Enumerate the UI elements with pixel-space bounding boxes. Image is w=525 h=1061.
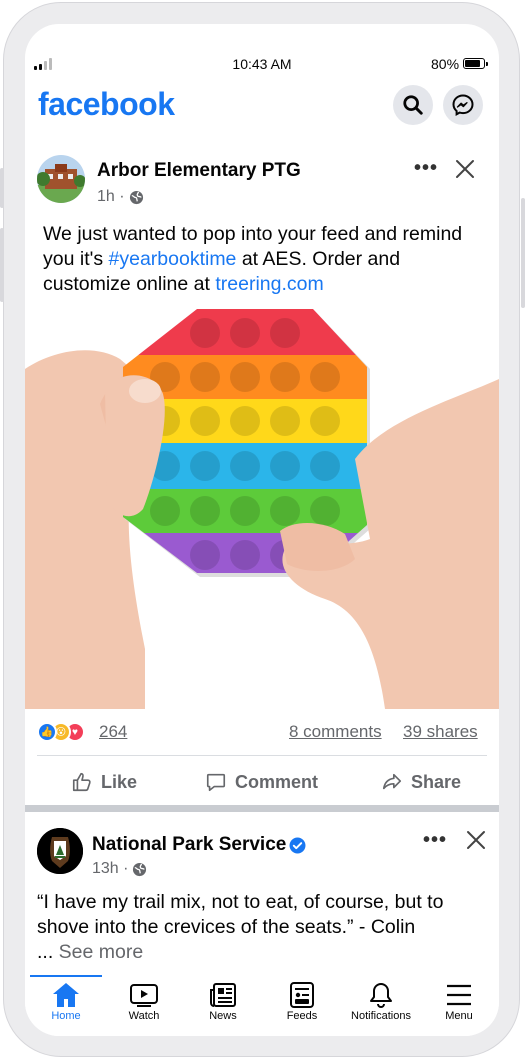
share-icon xyxy=(382,773,402,790)
thumbs-up-icon xyxy=(72,772,91,792)
comment-label: Comment xyxy=(235,771,319,792)
post-meta: 1h · xyxy=(97,188,144,206)
nav-label: Feeds xyxy=(286,1010,318,1022)
like-reaction-icon: 👍 xyxy=(37,722,57,742)
comment-icon xyxy=(206,773,226,792)
nav-notifications[interactable]: Notifications xyxy=(341,980,421,1022)
author-avatar[interactable] xyxy=(37,828,83,874)
close-icon[interactable] xyxy=(465,829,487,851)
battery-percent: 80% xyxy=(431,56,460,72)
reaction-count[interactable]: 264 xyxy=(99,722,127,742)
battery-icon xyxy=(463,58,488,69)
phone-side-button xyxy=(0,228,4,302)
shares-count[interactable]: 39 shares xyxy=(403,722,478,742)
author-avatar[interactable] xyxy=(37,155,85,203)
screen: 10:43 AM 80% facebook Arbor Elementary P… xyxy=(25,24,499,1036)
website-link[interactable]: treering.com xyxy=(215,273,323,295)
post-separator xyxy=(25,805,499,812)
phone-side-button xyxy=(521,198,525,308)
reaction-icons[interactable]: 👍 😮 ♥ xyxy=(37,722,93,742)
more-options-icon[interactable]: ••• xyxy=(414,157,438,180)
divider xyxy=(37,755,487,756)
post-actions: Like Comment Share xyxy=(25,764,499,800)
menu-icon xyxy=(447,984,471,1006)
watch-icon xyxy=(130,984,158,1007)
post-author[interactable]: Arbor Elementary PTG xyxy=(97,160,301,182)
home-icon xyxy=(53,983,79,1007)
nps-logo xyxy=(37,828,83,874)
post-time: 1h · xyxy=(97,188,125,205)
nav-feeds[interactable]: Feeds xyxy=(262,980,342,1022)
nav-label: Menu xyxy=(445,1010,473,1022)
like-button[interactable]: Like xyxy=(71,764,137,800)
nav-label: Notifications xyxy=(351,1010,411,1022)
nav-label: Home xyxy=(51,1010,81,1022)
nav-label: Watch xyxy=(128,1010,160,1022)
comments-count[interactable]: 8 comments xyxy=(289,722,382,742)
nav-label: News xyxy=(209,1010,237,1022)
pop-it-photo xyxy=(25,309,499,709)
search-icon xyxy=(403,95,423,115)
nav-news[interactable]: News xyxy=(183,980,263,1022)
post-text-part: “I have my trail mix, not to eat, of cou… xyxy=(37,891,444,938)
active-tab-indicator xyxy=(30,975,102,977)
post-stats: 👍 😮 ♥ 264 8 comments 39 shares xyxy=(37,721,487,745)
messenger-button[interactable] xyxy=(443,85,483,125)
ellipsis: ... xyxy=(37,941,59,963)
close-icon[interactable] xyxy=(454,158,476,180)
share-button[interactable]: Share xyxy=(381,764,461,800)
post-photo[interactable] xyxy=(25,309,499,709)
facebook-logo[interactable]: facebook xyxy=(38,86,175,123)
like-label: Like xyxy=(101,771,138,792)
nav-watch[interactable]: Watch xyxy=(104,980,184,1022)
more-options-icon[interactable]: ••• xyxy=(423,829,447,852)
comment-button[interactable]: Comment xyxy=(205,764,318,800)
school-photo xyxy=(37,155,85,203)
globe-icon xyxy=(133,862,147,876)
bell-icon xyxy=(370,983,392,1008)
verified-badge-icon xyxy=(289,837,306,854)
nav-menu[interactable]: Menu xyxy=(419,980,499,1022)
phone-side-button xyxy=(0,168,4,208)
status-time: 10:43 AM xyxy=(232,56,292,72)
post-author[interactable]: National Park Service xyxy=(92,834,286,856)
post-text: “I have my trail mix, not to eat, of cou… xyxy=(37,890,492,965)
globe-icon xyxy=(129,190,143,204)
nav-home[interactable]: Home xyxy=(26,980,106,1022)
share-label: Share xyxy=(411,771,462,792)
status-bar: 10:43 AM 80% xyxy=(25,24,499,82)
post-text: We just wanted to pop into your feed and… xyxy=(43,222,493,297)
post-meta: 13h · xyxy=(92,860,147,878)
post-time: 13h · xyxy=(92,860,129,877)
search-button[interactable] xyxy=(393,85,433,125)
messenger-icon xyxy=(452,94,474,117)
news-icon xyxy=(210,983,236,1007)
hashtag-link[interactable]: #yearbooktime xyxy=(109,248,237,270)
feeds-icon xyxy=(290,982,314,1008)
see-more-link[interactable]: See more xyxy=(59,941,144,963)
